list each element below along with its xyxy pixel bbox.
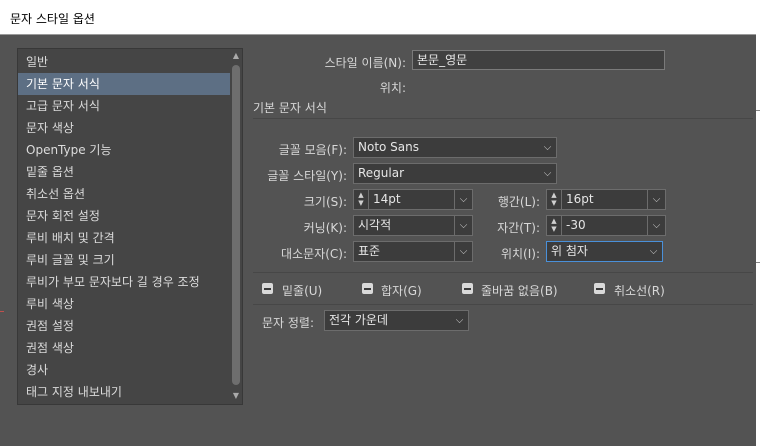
size-value[interactable]: 14pt — [373, 190, 401, 209]
chevron-down-icon[interactable]: ⌵ — [645, 242, 662, 261]
chevron-down-icon[interactable]: ⌵ — [454, 216, 472, 235]
font-family-value: Noto Sans — [358, 140, 420, 154]
font-style-dropdown[interactable]: Regular ⌵ — [353, 163, 557, 184]
sidebar-item-ruby-overhang[interactable]: 루비가 부모 문자보다 길 경우 조정 — [18, 271, 230, 293]
font-style-value: Regular — [358, 166, 405, 180]
scroll-down-icon[interactable]: ▼ — [230, 390, 242, 402]
background-rule-line — [756, 262, 760, 263]
sidebar-item-kenten-settings[interactable]: 권점 설정 — [18, 315, 230, 337]
dialog-title: 문자 스타일 옵션 — [10, 12, 95, 26]
character-alignment-label: 문자 정렬: — [262, 316, 315, 330]
case-dropdown[interactable]: 표준 ⌵ — [353, 241, 473, 262]
section-divider — [253, 118, 753, 119]
leading-label: 행간(L): — [497, 195, 540, 209]
sidebar-item-character-rotation[interactable]: 문자 회전 설정 — [18, 205, 230, 227]
category-list: 일반 기본 문자 서식 고급 문자 서식 문자 색상 OpenType 기능 밑… — [17, 48, 243, 405]
section-title: 기본 문자 서식 — [253, 101, 327, 115]
background-canvas-strip — [756, 0, 760, 446]
kerning-label: 커닝(K): — [303, 221, 347, 235]
underline-checkbox[interactable] — [262, 283, 273, 294]
kerning-value: 시각적 — [358, 218, 392, 232]
sidebar-item-general[interactable]: 일반 — [18, 51, 230, 73]
background-red-guide — [0, 311, 4, 312]
font-style-label: 글꼴 스타일(Y): — [267, 169, 347, 183]
size-label: 크기(S): — [303, 195, 347, 209]
chevron-down-icon[interactable]: ⌵ — [454, 242, 472, 261]
sidebar-item-kenten-color[interactable]: 권점 색상 — [18, 337, 230, 359]
sidebar-scroll-thumb[interactable] — [232, 65, 240, 385]
character-alignment-value: 전각 가운데 — [329, 313, 389, 327]
form-divider — [253, 272, 753, 273]
no-break-checkbox[interactable] — [462, 283, 473, 294]
underline-checkbox-label[interactable]: 밑줄(U) — [282, 282, 322, 299]
sidebar-item-ruby-color[interactable]: 루비 색상 — [18, 293, 230, 315]
sidebar-item-basic-character-formats[interactable]: 기본 문자 서식 — [18, 73, 230, 95]
tracking-combo[interactable]: ▲ ▼ -30 ⌵ — [546, 215, 666, 236]
up-down-arrows-icon[interactable]: ▲ ▼ — [354, 190, 369, 209]
chevron-down-icon[interactable]: ⌵ — [539, 138, 556, 157]
tracking-value[interactable]: -30 — [566, 216, 586, 235]
sidebar-item-slant[interactable]: 경사 — [18, 359, 230, 381]
position-value: 위 첨자 — [551, 244, 588, 258]
case-value: 표준 — [358, 244, 381, 258]
sidebar-item-opentype-features[interactable]: OpenType 기능 — [18, 139, 230, 161]
background-rule-line — [756, 110, 760, 111]
kerning-dropdown[interactable]: 시각적 ⌵ — [353, 215, 473, 236]
sidebar-item-character-color[interactable]: 문자 색상 — [18, 117, 230, 139]
chevron-down-icon[interactable]: ⌵ — [539, 164, 556, 183]
sidebar-item-advanced-character-formats[interactable]: 고급 문자 서식 — [18, 95, 230, 117]
leading-value[interactable]: 16pt — [566, 190, 594, 209]
font-family-dropdown[interactable]: Noto Sans ⌵ — [353, 137, 557, 158]
tracking-label: 자간(T): — [497, 221, 540, 235]
position-dropdown[interactable]: 위 첨자 ⌵ — [546, 241, 663, 262]
style-name-input[interactable]: 본문_영문 — [412, 50, 665, 70]
location-label: 위치: — [379, 81, 406, 95]
case-label: 대소문자(C): — [281, 247, 347, 261]
sidebar-item-underline-options[interactable]: 밑줄 옵션 — [18, 161, 230, 183]
sidebar-item-export-tagging[interactable]: 태그 지정 내보내기 — [18, 381, 230, 403]
dialog-titlebar: 문자 스타일 옵션 — [0, 0, 756, 35]
position-label: 위치(I): — [500, 247, 540, 261]
chevron-down-icon[interactable]: ⌵ — [647, 216, 665, 235]
checkbox-divider — [253, 304, 753, 305]
ligatures-checkbox-label[interactable]: 합자(G) — [381, 282, 422, 299]
size-combo[interactable]: ▲ ▼ 14pt ⌵ — [353, 189, 473, 210]
sidebar-item-ruby-placement[interactable]: 루비 배치 및 간격 — [18, 227, 230, 249]
ligatures-checkbox[interactable] — [362, 283, 373, 294]
no-break-checkbox-label[interactable]: 줄바꿈 없음(B) — [481, 282, 558, 299]
sidebar-item-strikethrough-options[interactable]: 취소선 옵션 — [18, 183, 230, 205]
up-down-arrows-icon[interactable]: ▲ ▼ — [547, 190, 562, 209]
font-family-label: 글꼴 모음(F): — [278, 143, 347, 157]
up-down-arrows-icon[interactable]: ▲ ▼ — [547, 216, 562, 235]
chevron-down-icon[interactable]: ⌵ — [647, 190, 665, 209]
sidebar-item-ruby-font-size[interactable]: 루비 글꼴 및 크기 — [18, 249, 230, 271]
scroll-up-icon[interactable]: ▲ — [230, 50, 242, 62]
chevron-down-icon[interactable]: ⌵ — [451, 311, 468, 330]
strikethrough-checkbox-label[interactable]: 취소선(R) — [614, 282, 665, 299]
leading-combo[interactable]: ▲ ▼ 16pt ⌵ — [546, 189, 666, 210]
style-name-label: 스타일 이름(N): — [324, 56, 406, 70]
chevron-down-icon[interactable]: ⌵ — [454, 190, 472, 209]
character-alignment-dropdown[interactable]: 전각 가운데 ⌵ — [324, 310, 469, 331]
strikethrough-checkbox[interactable] — [594, 283, 605, 294]
